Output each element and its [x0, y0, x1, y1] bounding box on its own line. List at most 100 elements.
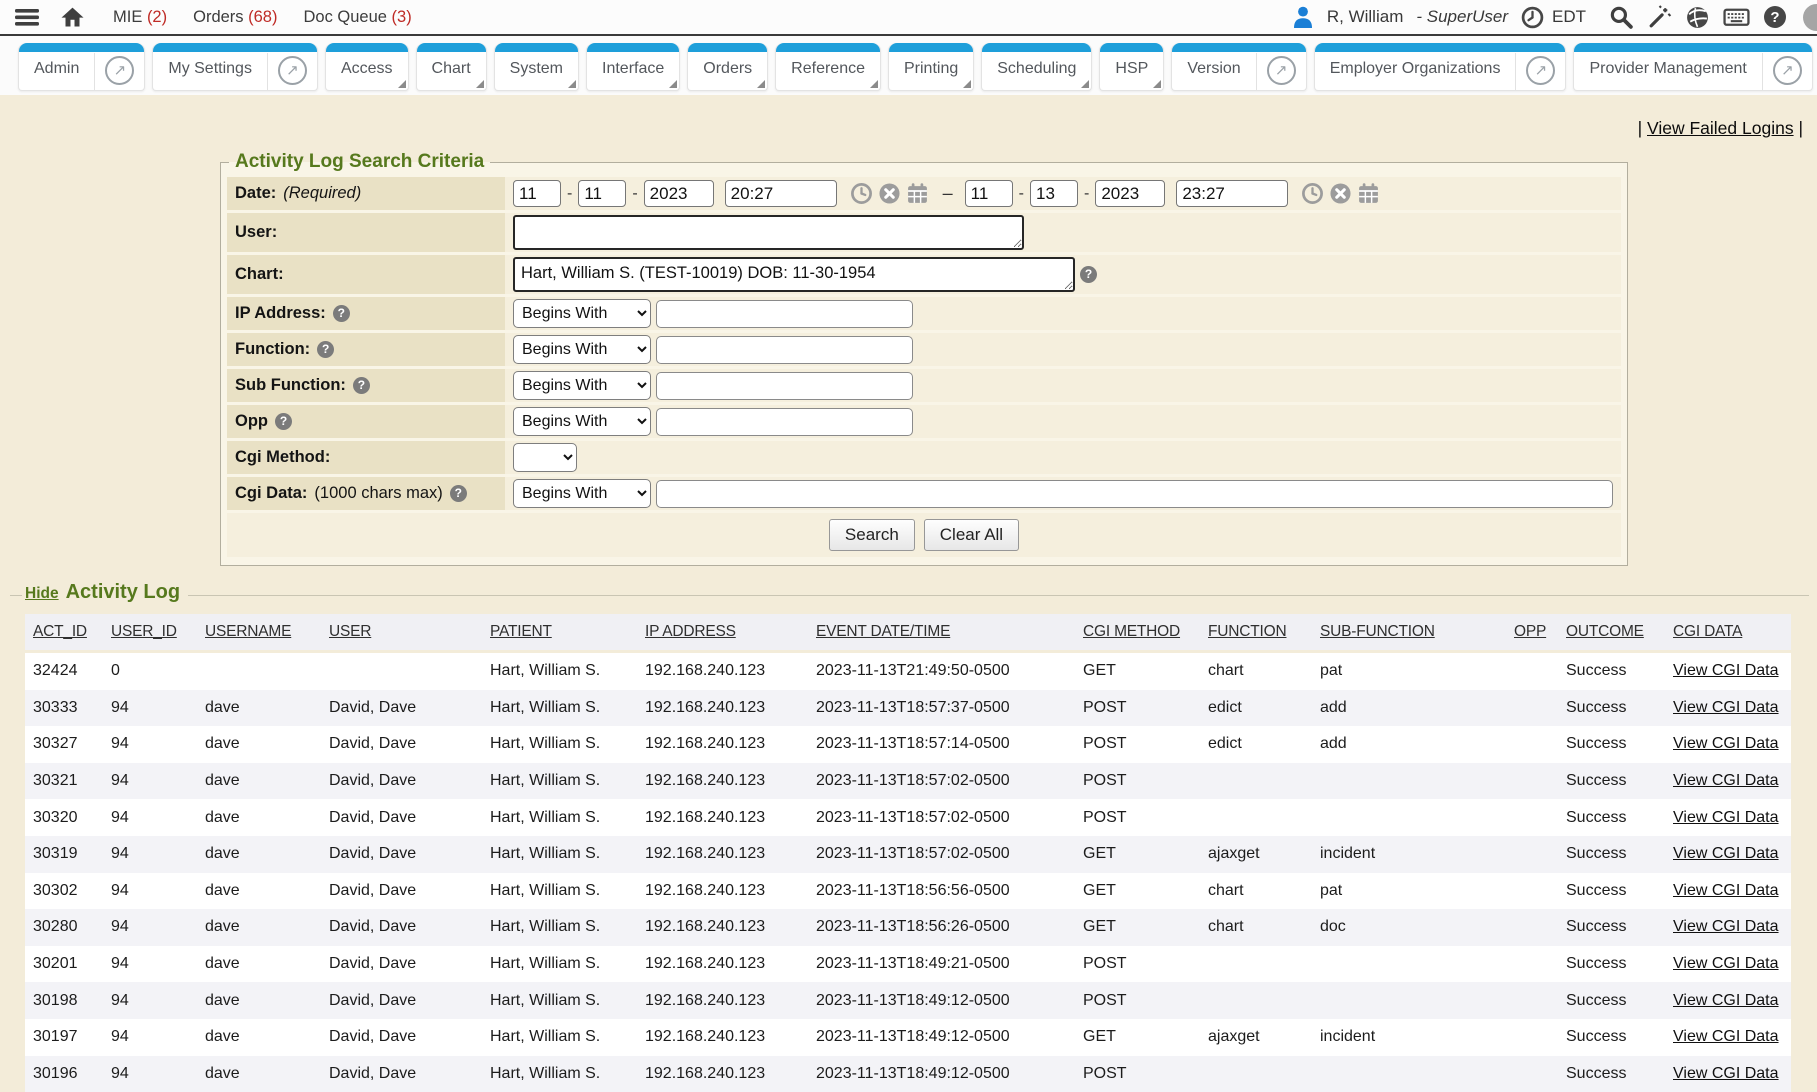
clock-icon[interactable] — [1521, 6, 1544, 29]
user-avatar-icon[interactable] — [1292, 5, 1314, 29]
column-header-cgi-data[interactable]: CGI DATA — [1665, 614, 1791, 652]
search-icon[interactable] — [1609, 5, 1634, 30]
view-cgi-data-link[interactable]: View CGI Data — [1673, 918, 1779, 935]
cell-cgi-data: View CGI Data — [1665, 982, 1791, 1019]
time-picker-icon[interactable] — [850, 182, 873, 205]
function-match-select[interactable]: Begins With — [513, 335, 651, 364]
column-header-act-id[interactable]: ACT_ID — [25, 614, 103, 652]
chart-input[interactable]: Hart, William S. (TEST-10019) DOB: 11-30… — [513, 257, 1075, 292]
from-year-input[interactable] — [644, 180, 714, 207]
column-header-user[interactable]: USER — [321, 614, 482, 652]
from-day-input[interactable] — [578, 180, 626, 207]
time-picker-icon[interactable] — [1301, 182, 1324, 205]
view-cgi-data-link[interactable]: View CGI Data — [1673, 955, 1779, 972]
cgi-method-label: Cgi Method: — [227, 441, 505, 474]
sub-function-input[interactable] — [656, 372, 913, 400]
globe-icon[interactable] — [1685, 5, 1710, 30]
opp-help-icon[interactable]: ? — [275, 413, 292, 430]
help-icon[interactable]: ? — [1763, 5, 1787, 29]
clear-date-icon[interactable] — [878, 182, 901, 205]
user-input[interactable] — [513, 215, 1024, 250]
column-header-event-date-time[interactable]: EVENT DATE/TIME — [808, 614, 1075, 652]
view-cgi-data-link[interactable]: View CGI Data — [1673, 772, 1779, 789]
to-year-input[interactable] — [1095, 180, 1165, 207]
sub-function-help-icon[interactable]: ? — [353, 377, 370, 394]
tab-printing[interactable]: Printing ↗ — [888, 43, 974, 91]
nav-mie[interactable]: MIE (2) — [113, 8, 167, 27]
tab-version[interactable]: Version ↗ — [1171, 43, 1306, 91]
from-time-input[interactable] — [725, 180, 837, 207]
search-button[interactable]: Search — [829, 519, 915, 551]
view-cgi-data-link[interactable]: View CGI Data — [1673, 662, 1779, 679]
external-link-icon[interactable]: ↗ — [105, 56, 134, 85]
view-cgi-data-link[interactable]: View CGI Data — [1673, 699, 1779, 716]
tab-accent-bar — [688, 43, 767, 52]
calendar-icon[interactable] — [1357, 182, 1380, 205]
view-cgi-data-link[interactable]: View CGI Data — [1673, 735, 1779, 752]
cell-cgi-method: GET — [1075, 652, 1200, 690]
tab-system[interactable]: System ↗ — [494, 43, 579, 91]
column-header-username[interactable]: USERNAME — [197, 614, 321, 652]
tab-hsp[interactable]: HSP ↗ — [1099, 43, 1164, 91]
tab-provider-management[interactable]: Provider Management ↗ — [1573, 43, 1812, 91]
hamburger-menu-icon[interactable] — [14, 6, 40, 28]
opp-input[interactable] — [656, 408, 913, 436]
view-cgi-data-link[interactable]: View CGI Data — [1673, 1065, 1779, 1082]
calendar-icon[interactable] — [906, 182, 929, 205]
view-failed-logins-link[interactable]: View Failed Logins — [1647, 118, 1794, 138]
view-cgi-data-link[interactable]: View CGI Data — [1673, 1028, 1779, 1045]
tab-reference[interactable]: Reference ↗ — [775, 43, 881, 91]
home-icon[interactable] — [60, 5, 85, 29]
function-input[interactable] — [656, 336, 913, 364]
external-link-icon[interactable]: ↗ — [1267, 56, 1296, 85]
external-link-icon[interactable]: ↗ — [1526, 56, 1555, 85]
cell-event-date-time: 2023-11-13T18:49:12-0500 — [808, 1019, 1075, 1056]
hide-link[interactable]: Hide — [25, 585, 59, 603]
nav-orders[interactable]: Orders (68) — [193, 8, 277, 27]
view-cgi-data-link[interactable]: View CGI Data — [1673, 845, 1779, 862]
to-time-input[interactable] — [1176, 180, 1288, 207]
tab-employer-organizations[interactable]: Employer Organizations ↗ — [1314, 43, 1567, 91]
view-cgi-data-link[interactable]: View CGI Data — [1673, 992, 1779, 1009]
to-month-input[interactable] — [965, 180, 1013, 207]
column-header-patient[interactable]: PATIENT — [482, 614, 637, 652]
external-link-icon[interactable]: ↗ — [278, 56, 307, 85]
column-header-sub-function[interactable]: SUB-FUNCTION — [1312, 614, 1506, 652]
user-name[interactable]: R, William — [1327, 7, 1404, 27]
column-header-cgi-method[interactable]: CGI METHOD — [1075, 614, 1200, 652]
cgi-data-match-select[interactable]: Begins With — [513, 479, 651, 508]
tab-scheduling[interactable]: Scheduling ↗ — [981, 43, 1092, 91]
column-header-ip-address[interactable]: IP ADDRESS — [637, 614, 808, 652]
tab-chart[interactable]: Chart ↗ — [416, 43, 487, 91]
cell-patient: Hart, William S. — [482, 946, 637, 983]
cgi-data-help-icon[interactable]: ? — [450, 485, 467, 502]
tab-my-settings[interactable]: My Settings ↗ — [152, 43, 318, 91]
column-header-outcome[interactable]: OUTCOME — [1558, 614, 1665, 652]
chart-help-icon[interactable]: ? — [1080, 266, 1097, 283]
view-cgi-data-link[interactable]: View CGI Data — [1673, 809, 1779, 826]
ip-address-match-select[interactable]: Begins With — [513, 299, 651, 328]
magic-wand-icon[interactable] — [1647, 5, 1672, 30]
sub-function-match-select[interactable]: Begins With — [513, 371, 651, 400]
clear-date-icon[interactable] — [1329, 182, 1352, 205]
function-help-icon[interactable]: ? — [317, 341, 334, 358]
view-cgi-data-link[interactable]: View CGI Data — [1673, 882, 1779, 899]
to-day-input[interactable] — [1030, 180, 1078, 207]
clear-all-button[interactable]: Clear All — [924, 519, 1019, 551]
ip-address-input[interactable] — [656, 300, 913, 328]
tab-admin[interactable]: Admin ↗ — [18, 43, 145, 91]
column-header-function[interactable]: FUNCTION — [1200, 614, 1312, 652]
tab-access[interactable]: Access ↗ — [325, 43, 409, 91]
column-header-opp[interactable]: OPP — [1506, 614, 1558, 652]
column-header-user-id[interactable]: USER_ID — [103, 614, 197, 652]
tab-interface[interactable]: Interface ↗ — [586, 43, 680, 91]
from-month-input[interactable] — [513, 180, 561, 207]
cgi-method-select[interactable] — [513, 443, 577, 472]
cgi-data-input[interactable] — [656, 480, 1613, 508]
external-link-icon[interactable]: ↗ — [1773, 56, 1802, 85]
tab-orders[interactable]: Orders ↗ — [687, 43, 768, 91]
nav-doc-queue[interactable]: Doc Queue (3) — [303, 8, 411, 27]
opp-match-select[interactable]: Begins With — [513, 407, 651, 436]
keyboard-icon[interactable] — [1723, 6, 1750, 28]
ip-address-help-icon[interactable]: ? — [333, 305, 350, 322]
